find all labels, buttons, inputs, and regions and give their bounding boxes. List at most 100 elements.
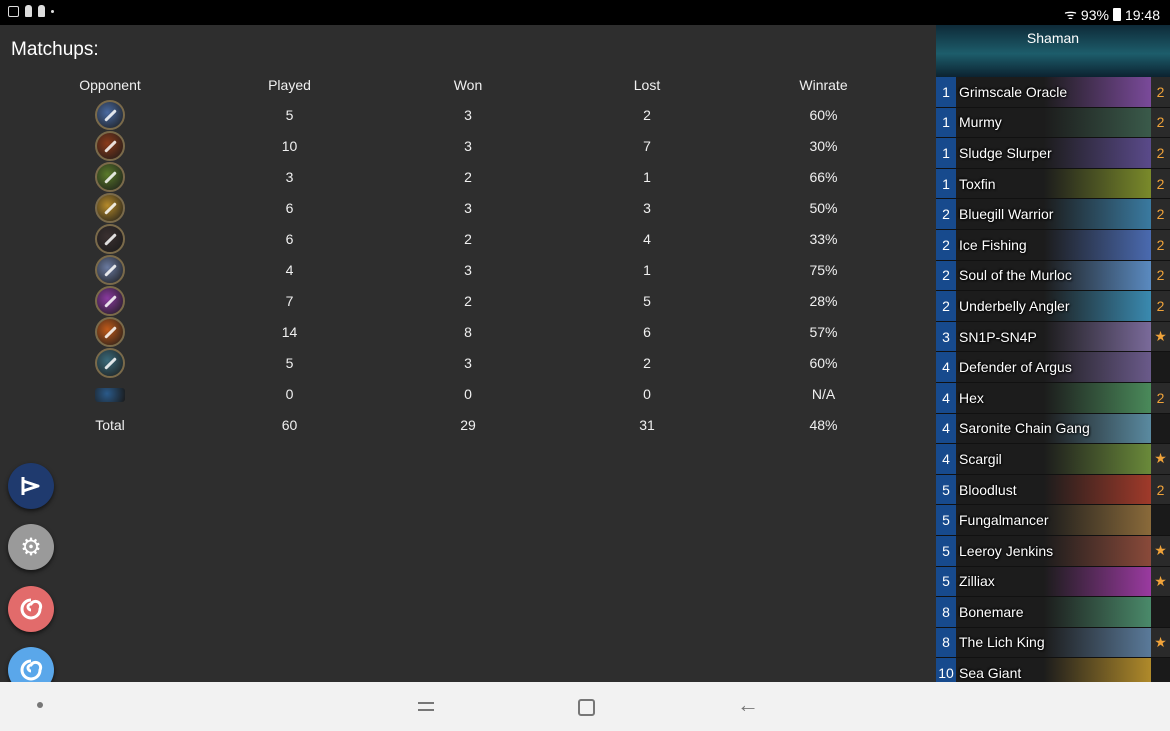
card-cost: 5 xyxy=(936,505,956,535)
card-name: SN1P-SN4P xyxy=(959,328,1037,345)
card-row[interactable]: 2 Underbelly Angler 2 xyxy=(936,291,1170,322)
card-count: 2 xyxy=(1151,382,1170,413)
recents-button[interactable] xyxy=(416,696,436,716)
card-count: 2 xyxy=(1151,260,1170,291)
total-winrate: 48% xyxy=(809,416,838,433)
card-row[interactable]: 10 Sea Giant xyxy=(936,658,1170,682)
table-row: 3 2 1 66% xyxy=(20,161,910,192)
deck-tracker-button[interactable] xyxy=(8,463,54,509)
clock: 19:48 xyxy=(1124,6,1160,23)
home-button[interactable] xyxy=(578,699,595,716)
card-row[interactable]: 3 SN1P-SN4P ★ xyxy=(936,321,1170,353)
deck-class-name: Shaman xyxy=(1026,30,1080,46)
opponent-cell xyxy=(20,130,200,161)
card-row[interactable]: 1 Toxfin 2 xyxy=(936,168,1170,200)
settings-button[interactable]: ⚙ xyxy=(8,524,54,570)
card-name: The Lich King xyxy=(959,634,1045,651)
played-cell: 5 xyxy=(285,354,294,371)
card-row[interactable]: 2 Soul of the Murloc 2 xyxy=(936,260,1170,292)
played-cell: 4 xyxy=(285,261,294,278)
won-cell: 8 xyxy=(464,323,472,340)
card-list: 1 Grimscale Oracle 2 1 Murmy 2 1 Sludge Slurper… xyxy=(936,77,1170,682)
card-row[interactable]: 2 Ice Fishing 2 xyxy=(936,229,1170,261)
card-cost: 8 xyxy=(936,627,956,658)
lost-cell: 1 xyxy=(643,168,651,185)
card-count: 2 xyxy=(1151,199,1170,229)
card-row[interactable]: 5 Bloodlust 2 xyxy=(936,474,1170,506)
card-cost: 1 xyxy=(936,168,956,199)
shaman-class-icon xyxy=(95,254,125,285)
back-button[interactable]: ← xyxy=(737,692,759,718)
card-cost: 1 xyxy=(936,77,956,107)
card-count: 2 xyxy=(1151,77,1170,107)
card-row[interactable]: 4 Scargil ★ xyxy=(936,444,1170,475)
legendary-star-icon: ★ xyxy=(1151,444,1170,474)
deck-tracker-icon xyxy=(21,477,40,495)
won-cell: 3 xyxy=(464,261,472,278)
card-cost: 1 xyxy=(936,138,956,168)
lost-cell: 0 xyxy=(643,385,651,402)
card-count: 2 xyxy=(1151,474,1170,505)
card-name: Sea Giant xyxy=(959,665,1022,682)
card-count: 2 xyxy=(1151,138,1170,168)
card-row[interactable]: 4 Defender of Argus xyxy=(936,352,1170,383)
opponent-cell xyxy=(20,223,200,254)
card-row[interactable]: 1 Grimscale Oracle 2 xyxy=(936,77,1170,108)
opponent-cell xyxy=(20,254,200,285)
more-notifications-icon xyxy=(51,9,54,13)
opponent-cell xyxy=(20,316,200,347)
card-art xyxy=(956,382,1151,413)
card-row[interactable]: 8 Bonemare xyxy=(936,597,1170,628)
card-cost: 5 xyxy=(936,474,956,505)
card-cost: 4 xyxy=(936,413,956,444)
played-cell: 6 xyxy=(285,199,294,216)
card-name: Bluegill Warrior xyxy=(959,206,1054,223)
card-row[interactable]: 5 Leeroy Jenkins ★ xyxy=(936,535,1170,567)
card-name: Murmy xyxy=(959,114,1002,131)
card-row[interactable]: 1 Murmy 2 xyxy=(936,107,1170,139)
table-row: 6 3 3 50% xyxy=(20,192,910,223)
card-name: Zilliax xyxy=(959,573,995,590)
lost-cell: 2 xyxy=(643,354,651,371)
card-row[interactable]: 8 The Lich King ★ xyxy=(936,627,1170,659)
card-row[interactable]: 1 Sludge Slurper 2 xyxy=(936,138,1170,169)
total-won: 29 xyxy=(460,416,476,433)
card-row[interactable]: 4 Saronite Chain Gang xyxy=(936,413,1170,445)
card-count: 2 xyxy=(1151,229,1170,260)
table-row: 7 2 5 28% xyxy=(20,285,910,316)
hearthstone-swirl-icon xyxy=(20,598,43,620)
lost-cell: 2 xyxy=(643,106,651,123)
battery-percent: 93% xyxy=(1080,6,1109,23)
legendary-star-icon: ★ xyxy=(1151,321,1170,352)
card-cost: 2 xyxy=(936,291,956,321)
opponent-cell xyxy=(20,378,200,409)
lost-cell: 7 xyxy=(643,137,651,154)
mage-class-icon xyxy=(95,316,125,347)
card-name: Defender of Argus xyxy=(959,359,1072,376)
played-cell: 5 xyxy=(285,106,294,123)
page-title: Matchups: xyxy=(11,39,99,60)
card-row[interactable]: 2 Bluegill Warrior 2 xyxy=(936,199,1170,230)
card-cost: 5 xyxy=(936,566,956,597)
keyhole-notification-icon xyxy=(38,5,45,17)
priest-class-icon xyxy=(95,285,125,316)
warrior-class-icon xyxy=(95,99,125,130)
card-cost: 2 xyxy=(936,260,956,291)
played-cell: 3 xyxy=(285,168,294,185)
played-cell: 7 xyxy=(285,292,294,309)
total-label: Total xyxy=(95,416,125,433)
lost-cell: 5 xyxy=(643,292,651,309)
winrate-cell: 50% xyxy=(809,199,838,216)
card-row[interactable]: 4 Hex 2 xyxy=(936,382,1170,414)
card-name: Fungalmancer xyxy=(959,512,1049,529)
deck-class-header: Shaman xyxy=(936,25,1170,77)
total-played: 60 xyxy=(281,416,298,433)
card-row[interactable]: 5 Fungalmancer xyxy=(936,505,1170,536)
card-row[interactable]: 5 Zilliax ★ xyxy=(936,566,1170,598)
table-row: 0 0 0 N/A xyxy=(20,378,910,409)
hearthstone-red-button[interactable] xyxy=(8,586,54,632)
winrate-cell: 66% xyxy=(809,168,838,185)
opponent-cell xyxy=(20,285,200,316)
table-row: 5 3 2 60% xyxy=(20,99,910,130)
lost-cell: 4 xyxy=(643,230,651,247)
